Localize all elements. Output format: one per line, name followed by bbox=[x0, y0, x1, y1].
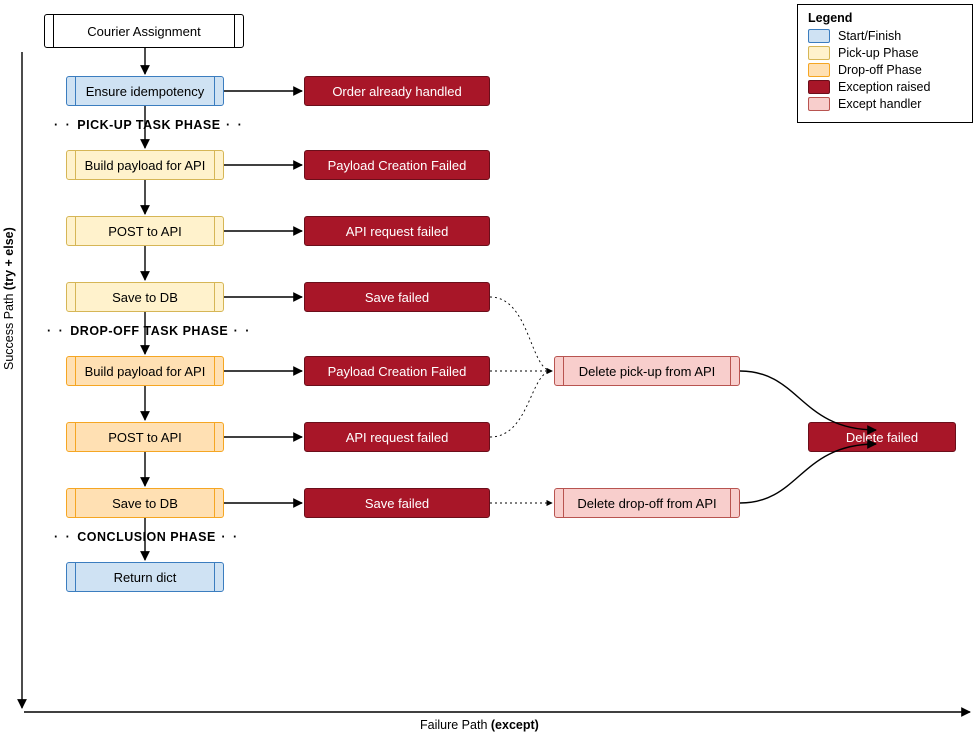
err-pickup-post: API request failed bbox=[304, 216, 490, 246]
legend-row: Exception raised bbox=[808, 80, 962, 94]
legend-label: Except handler bbox=[838, 97, 921, 111]
legend-row: Except handler bbox=[808, 97, 962, 111]
pickup-build-node: Build payload for API bbox=[66, 150, 224, 180]
legend: Legend Start/Finish Pick-up Phase Drop-o… bbox=[797, 4, 973, 123]
success-path-axis-label: Success Path (try + else) bbox=[2, 227, 16, 370]
pickup-post-node: POST to API bbox=[66, 216, 224, 246]
err-pickup-build: Payload Creation Failed bbox=[304, 150, 490, 180]
err-order-handled: Order already handled bbox=[304, 76, 490, 106]
dropoff-post-node: POST to API bbox=[66, 422, 224, 452]
start-node: Courier Assignment bbox=[44, 14, 244, 48]
handler-delete-pickup: Delete pick-up from API bbox=[554, 356, 740, 386]
err-dropoff-post: API request failed bbox=[304, 422, 490, 452]
legend-swatch-handler bbox=[808, 97, 830, 111]
pickup-save-node: Save to DB bbox=[66, 282, 224, 312]
dropoff-phase-label: DROP-OFF TASK PHASE bbox=[47, 324, 251, 338]
failure-path-axis-label: Failure Path (except) bbox=[420, 718, 539, 732]
legend-label: Exception raised bbox=[838, 80, 930, 94]
err-pickup-save: Save failed bbox=[304, 282, 490, 312]
err-dropoff-save: Save failed bbox=[304, 488, 490, 518]
dropoff-save-node: Save to DB bbox=[66, 488, 224, 518]
legend-swatch-start bbox=[808, 29, 830, 43]
legend-row: Pick-up Phase bbox=[808, 46, 962, 60]
ensure-idempotency-node: Ensure idempotency bbox=[66, 76, 224, 106]
dropoff-build-node: Build payload for API bbox=[66, 356, 224, 386]
legend-label: Pick-up Phase bbox=[838, 46, 919, 60]
err-dropoff-build: Payload Creation Failed bbox=[304, 356, 490, 386]
pickup-phase-label: PICK-UP TASK PHASE bbox=[54, 118, 244, 132]
legend-swatch-exception bbox=[808, 80, 830, 94]
legend-label: Start/Finish bbox=[838, 29, 901, 43]
legend-swatch-pickup bbox=[808, 46, 830, 60]
return-node: Return dict bbox=[66, 562, 224, 592]
conclusion-phase-label: CONCLUSION PHASE bbox=[54, 530, 239, 544]
handler-delete-dropoff: Delete drop-off from API bbox=[554, 488, 740, 518]
legend-label: Drop-off Phase bbox=[838, 63, 922, 77]
legend-swatch-dropoff bbox=[808, 63, 830, 77]
err-delete-failed: Delete failed bbox=[808, 422, 956, 452]
legend-row: Start/Finish bbox=[808, 29, 962, 43]
legend-title: Legend bbox=[808, 11, 962, 25]
legend-row: Drop-off Phase bbox=[808, 63, 962, 77]
